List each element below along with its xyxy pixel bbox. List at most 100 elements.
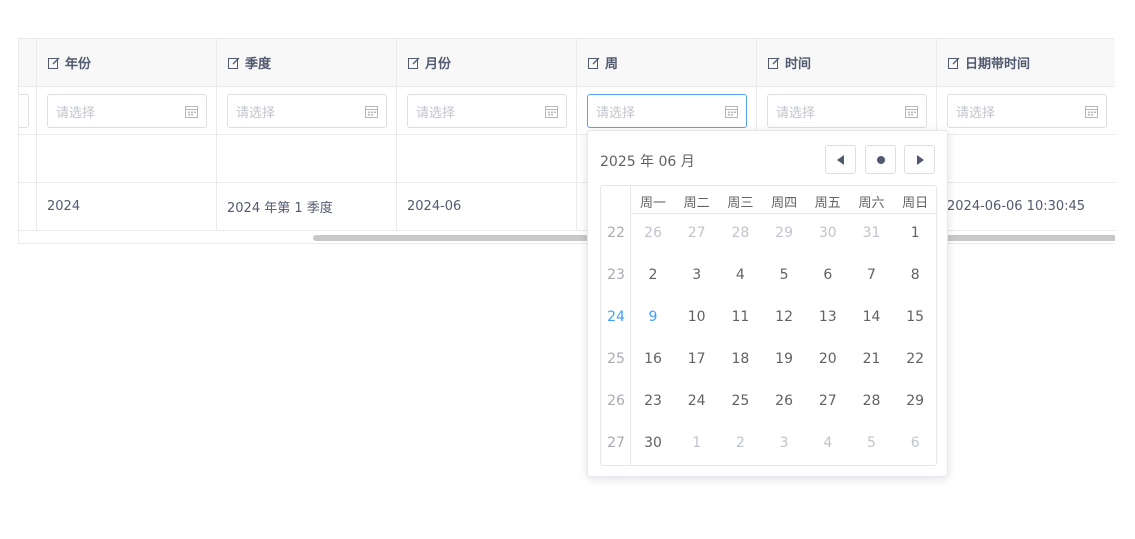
weekday-header: 周六 — [858, 196, 885, 211]
caret-left-icon — [836, 154, 844, 165]
header-label: 周 — [605, 57, 619, 72]
week-number[interactable]: 22 — [601, 225, 631, 241]
calendar-day[interactable]: 16 — [631, 351, 675, 367]
calendar-day[interactable]: 15 — [893, 309, 937, 325]
edit-icon — [768, 57, 780, 69]
filter-cell-month: 请选择 — [397, 87, 577, 134]
calendar-day[interactable]: 6 — [893, 435, 937, 451]
calendar-day[interactable]: 28 — [718, 225, 762, 241]
calendar-day[interactable]: 29 — [893, 393, 937, 409]
calendar-day[interactable]: 7 — [850, 267, 894, 283]
week-number[interactable]: 24 — [601, 309, 631, 325]
calendar-day[interactable]: 17 — [675, 351, 719, 367]
input-placeholder: 请选择 — [776, 105, 816, 121]
calendar-day[interactable]: 29 — [762, 225, 806, 241]
input-placeholder: 请选择 — [416, 105, 456, 121]
table-cell — [937, 135, 1115, 182]
calendar-day[interactable]: 13 — [806, 309, 850, 325]
calendar-day[interactable]: 18 — [718, 351, 762, 367]
week-number[interactable]: 27 — [601, 435, 631, 451]
time-picker-input[interactable]: 请选择 — [767, 94, 927, 128]
filter-input-partial[interactable] — [19, 94, 29, 128]
calendar-day[interactable]: 5 — [850, 435, 894, 451]
calendar-day[interactable]: 27 — [806, 393, 850, 409]
header-label: 年份 — [65, 57, 92, 72]
weekday-header: 周四 — [771, 196, 798, 211]
month-picker-input[interactable]: 请选择 — [407, 94, 567, 128]
calendar-day[interactable]: 28 — [850, 393, 894, 409]
calendar-day[interactable]: 6 — [806, 267, 850, 283]
week-number[interactable]: 23 — [601, 267, 631, 283]
calendar-day[interactable]: 23 — [631, 393, 675, 409]
week-picker-input[interactable]: 请选择 — [587, 94, 747, 128]
month-cell: 2024-06 — [397, 183, 577, 230]
calendar-icon — [365, 106, 378, 118]
calendar-day[interactable]: 26 — [762, 393, 806, 409]
calendar-icon — [725, 106, 738, 118]
header-cell-partial — [19, 39, 37, 86]
calendar-day[interactable]: 4 — [806, 435, 850, 451]
header-label: 月份 — [425, 57, 452, 72]
calendar-day[interactable]: 8 — [893, 267, 937, 283]
calendar-day[interactable]: 20 — [806, 351, 850, 367]
calendar-day[interactable]: 3 — [762, 435, 806, 451]
calendar-day[interactable]: 1 — [893, 225, 937, 241]
calendar-day[interactable]: 21 — [850, 351, 894, 367]
datetime-picker-input[interactable]: 请选择 — [947, 94, 1107, 128]
calendar-day[interactable]: 10 — [675, 309, 719, 325]
current-month-button[interactable] — [865, 145, 896, 174]
calendar-day[interactable]: 9 — [631, 309, 675, 325]
data-table: 年份 季度 月份 周 时间 日期带时间 请选择 请选择 请选择 请选择 请选择 … — [18, 38, 1115, 244]
prev-month-button[interactable] — [825, 145, 856, 174]
table-row: 2024 2024 年第 1 季度 2024-06 2024-06-06 10:… — [19, 183, 1115, 231]
calendar-day[interactable]: 26 — [631, 225, 675, 241]
filter-cell-partial — [19, 87, 37, 134]
header-cell-quarter: 季度 — [217, 39, 397, 86]
calendar-day[interactable]: 14 — [850, 309, 894, 325]
header-cell-year: 年份 — [37, 39, 217, 86]
calendar-day[interactable]: 4 — [718, 267, 762, 283]
filter-cell-time: 请选择 — [757, 87, 937, 134]
calendar-day[interactable]: 25 — [718, 393, 762, 409]
dot-icon — [876, 155, 885, 164]
weekday-header: 周二 — [683, 196, 710, 211]
weekday-divider — [631, 213, 937, 214]
edit-icon — [948, 57, 960, 69]
table-cell — [397, 135, 577, 182]
calendar-day[interactable]: 11 — [718, 309, 762, 325]
table-cell — [19, 135, 37, 182]
filter-cell-year: 请选择 — [37, 87, 217, 134]
calendar-day[interactable]: 5 — [762, 267, 806, 283]
year-cell: 2024 — [37, 183, 217, 230]
calendar-day[interactable]: 2 — [631, 267, 675, 283]
calendar-day[interactable]: 1 — [675, 435, 719, 451]
calendar-day[interactable]: 2 — [718, 435, 762, 451]
horizontal-scrollbar[interactable] — [19, 235, 1115, 243]
caret-right-icon — [916, 154, 924, 165]
calendar-day[interactable]: 12 — [762, 309, 806, 325]
week-number[interactable]: 26 — [601, 393, 631, 409]
week-number[interactable]: 25 — [601, 351, 631, 367]
calendar-day[interactable]: 27 — [675, 225, 719, 241]
calendar-day[interactable]: 30 — [631, 435, 675, 451]
table-cell — [37, 135, 217, 182]
calendar-day[interactable]: 24 — [675, 393, 719, 409]
month-year-title: 2025 年 06 月 — [600, 154, 695, 170]
calendar-day[interactable]: 3 — [675, 267, 719, 283]
year-picker-input[interactable]: 请选择 — [47, 94, 207, 128]
calendar-grid: 周一 周二 周三 周四 周五 周六 周日 22 26 27 28 29 30 31 1 23 2 3 4 5 6 7 8 24… — [600, 185, 937, 466]
calendar-day[interactable]: 30 — [806, 225, 850, 241]
edit-icon — [408, 57, 420, 69]
quarter-picker-input[interactable]: 请选择 — [227, 94, 387, 128]
header-cell-month: 月份 — [397, 39, 577, 86]
header-cell-time: 时间 — [757, 39, 937, 86]
header-cell-week: 周 — [577, 39, 757, 86]
calendar-day[interactable]: 31 — [850, 225, 894, 241]
next-month-button[interactable] — [904, 145, 935, 174]
edit-icon — [588, 57, 600, 69]
header-label: 时间 — [785, 57, 812, 72]
weekday-header: 周日 — [902, 196, 929, 211]
calendar-day[interactable]: 22 — [893, 351, 937, 367]
calendar-day[interactable]: 19 — [762, 351, 806, 367]
input-placeholder: 请选择 — [56, 105, 96, 121]
